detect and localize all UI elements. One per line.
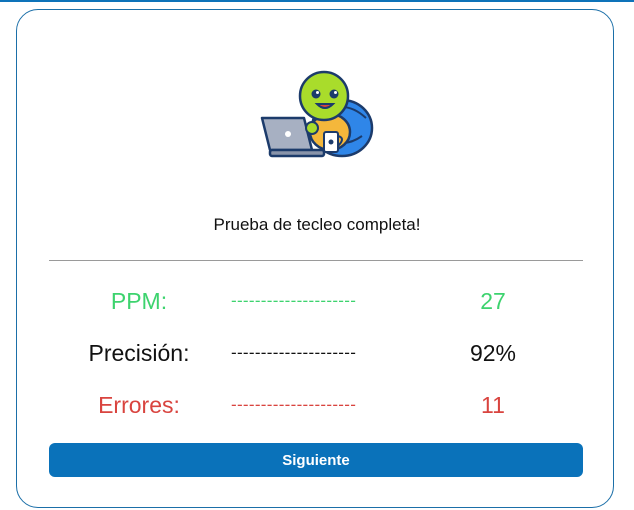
completion-message: Prueba de tecleo completa! bbox=[213, 215, 421, 234]
next-button[interactable]: Siguiente bbox=[49, 443, 583, 477]
errors-dashes: --------------------- bbox=[231, 395, 357, 414]
errors-value: 11 bbox=[481, 392, 505, 418]
errors-label: Errores: bbox=[98, 392, 180, 418]
turtle-with-laptop-icon bbox=[260, 70, 374, 158]
precision-value: 92% bbox=[469, 340, 517, 366]
ppm-dashes: --------------------- bbox=[231, 291, 357, 310]
precision-label: Precisión: bbox=[88, 340, 190, 366]
ppm-label: PPM: bbox=[110, 288, 168, 314]
ppm-value: 27 bbox=[480, 288, 506, 314]
precision-dashes: --------------------- bbox=[231, 343, 357, 362]
stat-row-ppm: PPM: --------------------- 27 bbox=[0, 281, 634, 321]
stat-row-precision: Precisión: --------------------- 92% bbox=[0, 333, 634, 373]
divider bbox=[49, 260, 583, 261]
top-accent-line bbox=[0, 0, 634, 2]
stat-row-errors: Errores: --------------------- 11 bbox=[0, 385, 634, 425]
